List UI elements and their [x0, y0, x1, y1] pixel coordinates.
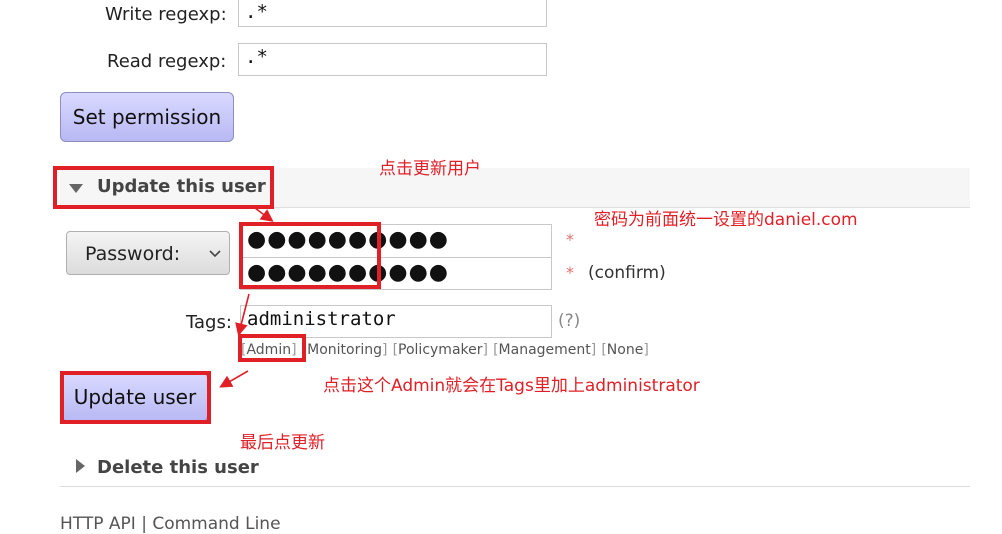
- password-select[interactable]: Password:: [66, 231, 230, 275]
- tags-help-link[interactable]: (?): [558, 311, 580, 331]
- delete-user-toggle[interactable]: Delete this user: [97, 457, 259, 478]
- update-button-highlight: [60, 371, 211, 424]
- read-regexp-label: Read regexp:: [107, 51, 227, 72]
- password-required-mark: *: [566, 230, 574, 249]
- annotation-final-note: 最后点更新: [240, 433, 325, 453]
- read-regexp-input[interactable]: .*: [238, 43, 547, 76]
- tag-policymaker-link[interactable]: Policymaker: [398, 342, 482, 358]
- password-select-label: Password:: [85, 243, 181, 265]
- arrow-to-update-button: [219, 370, 249, 388]
- tag-none-link[interactable]: None: [607, 342, 644, 358]
- section-divider: [60, 486, 970, 487]
- tags-label: Tags:: [186, 312, 232, 333]
- expand-triangle-icon[interactable]: [76, 459, 85, 473]
- annotation-admin-note: 点击这个Admin就会在Tags里加上administrator: [323, 376, 700, 396]
- arrow-to-password: [254, 207, 274, 222]
- annotation-click-update: 点击更新用户: [379, 159, 481, 179]
- annotation-password-note: 密码为前面统一设置的daniel.com: [594, 210, 858, 230]
- write-regexp-label: Write regexp:: [105, 4, 227, 25]
- tag-monitoring-link[interactable]: Monitoring: [307, 342, 382, 358]
- confirm-label: (confirm): [588, 263, 666, 283]
- set-permission-button[interactable]: Set permission: [60, 92, 234, 142]
- tag-management-link[interactable]: Management: [499, 342, 591, 358]
- footer-links[interactable]: HTTP API | Command Line: [60, 514, 281, 534]
- password-highlight: [239, 222, 381, 289]
- admin-tag-highlight: [238, 334, 306, 362]
- update-header-highlight: [53, 166, 274, 209]
- confirm-required-mark: *: [566, 263, 574, 282]
- chevron-down-icon: [209, 250, 221, 258]
- write-regexp-input[interactable]: .*: [238, 0, 547, 27]
